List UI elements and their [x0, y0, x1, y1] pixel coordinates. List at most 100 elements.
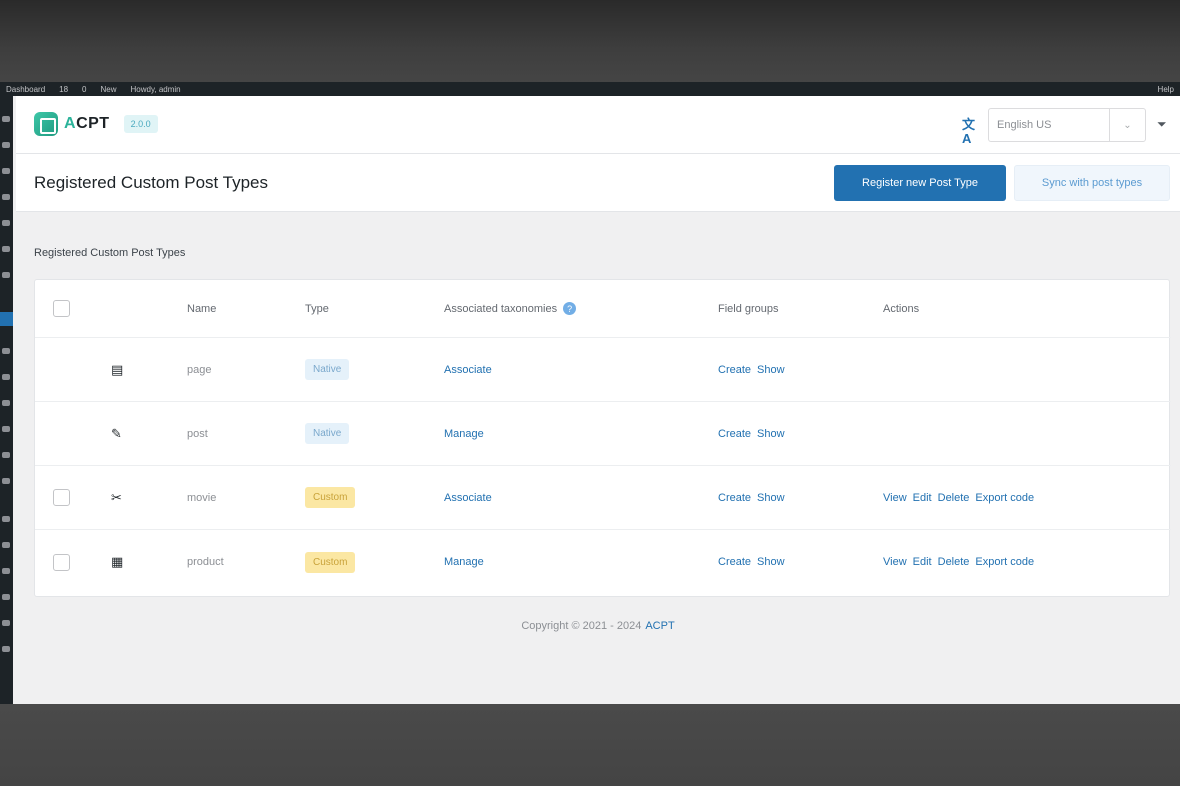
column-header-actions: Actions — [883, 302, 920, 315]
column-header-field-groups: Field groups — [718, 302, 779, 315]
sidebar-menu-icon[interactable] — [2, 478, 10, 484]
admin-bar-help[interactable]: Help — [1158, 85, 1174, 94]
table-row: ▦ product Custom Manage Create Show View … — [35, 530, 1171, 594]
sidebar-menu-icon[interactable] — [2, 426, 10, 432]
bottom-bezel — [0, 704, 1180, 786]
sidebar-menu-icon[interactable] — [2, 348, 10, 354]
post-type-name: post — [187, 427, 208, 440]
sidebar-menu-icon[interactable] — [2, 272, 10, 278]
sidebar-menu-icon[interactable] — [2, 194, 10, 200]
select-all-checkbox[interactable] — [53, 300, 70, 317]
acpt-footer-link[interactable]: ACPT — [645, 620, 674, 632]
scissors-icon: ✂ — [111, 489, 122, 505]
associate-taxonomy-link[interactable]: Associate — [444, 364, 492, 376]
delete-action-link[interactable]: Delete — [938, 492, 970, 504]
sidebar-menu-icon[interactable] — [2, 646, 10, 652]
create-field-group-link[interactable]: Create — [718, 556, 751, 568]
language-select[interactable]: English US ⌄ — [988, 108, 1146, 142]
page-icon: ▤ — [111, 361, 124, 377]
logo-text-rest: CPT — [76, 115, 110, 132]
associate-taxonomy-link[interactable]: Associate — [444, 492, 492, 504]
acpt-logo[interactable]: ACPT 2.0.0 — [34, 112, 158, 136]
post-type-name: page — [187, 363, 212, 376]
type-badge-native: Native — [305, 423, 350, 444]
sidebar-menu-icon-active[interactable] — [0, 312, 13, 326]
logo-text: ACPT — [64, 115, 110, 133]
sidebar-menu-icon[interactable] — [2, 542, 10, 548]
sidebar-menu-icon[interactable] — [2, 516, 10, 522]
create-field-group-link[interactable]: Create — [718, 364, 751, 376]
create-field-group-link[interactable]: Create — [718, 492, 751, 504]
pin-icon: ✎ — [111, 425, 122, 441]
field-groups-cell: Create Show — [718, 402, 785, 465]
acpt-app: ACPT 2.0.0 文A English US ⌄ ⏷ Registered … — [16, 96, 1180, 704]
language-selected-value: English US — [997, 119, 1052, 131]
wp-admin-sidebar — [0, 96, 13, 704]
type-badge-custom: Custom — [305, 551, 356, 573]
sidebar-menu-icon[interactable] — [2, 246, 10, 252]
admin-bar-item[interactable]: 18 — [59, 85, 68, 94]
sync-post-types-button[interactable]: Sync with post types — [1014, 165, 1170, 201]
sidebar-menu-icon[interactable] — [2, 568, 10, 574]
register-post-type-button[interactable]: Register new Post Type — [834, 165, 1006, 201]
manage-taxonomy-link[interactable]: Manage — [444, 428, 484, 440]
sidebar-menu-icon[interactable] — [2, 168, 10, 174]
sidebar-menu-icon[interactable] — [2, 620, 10, 626]
delete-action-link[interactable]: Delete — [938, 556, 970, 568]
page-title: Registered Custom Post Types — [34, 173, 269, 192]
column-header-taxonomies: Associated taxonomies? — [444, 280, 577, 337]
admin-bar-item[interactable]: Dashboard — [6, 85, 45, 94]
type-cell: Custom — [305, 530, 356, 594]
edit-action-link[interactable]: Edit — [913, 492, 932, 504]
sidebar-menu-icon[interactable] — [2, 452, 10, 458]
sidebar-menu-icon[interactable] — [2, 220, 10, 226]
chevron-down-icon[interactable]: ⌄ — [1109, 109, 1145, 141]
admin-bar-item[interactable]: 0 — [82, 85, 86, 94]
translate-icon: 文A — [962, 117, 976, 146]
page-header: Registered Custom Post Types Register ne… — [16, 154, 1180, 212]
sidebar-menu-icon[interactable] — [2, 116, 10, 122]
sidebar-menu-icon[interactable] — [2, 594, 10, 600]
cart-icon: ▦ — [111, 554, 124, 569]
row-checkbox[interactable] — [53, 489, 70, 506]
view-action-link[interactable]: View — [883, 556, 907, 568]
show-field-groups-link[interactable]: Show — [757, 428, 785, 440]
row-checkbox[interactable] — [53, 553, 70, 571]
admin-bar-item[interactable]: Howdy, admin — [131, 85, 181, 94]
filter-icon[interactable]: ⏷ — [1157, 117, 1167, 132]
field-groups-cell: Create Show — [718, 530, 785, 594]
admin-bar-item[interactable]: New — [101, 85, 117, 94]
version-badge: 2.0.0 — [123, 115, 158, 133]
column-header-name[interactable]: Name — [187, 280, 216, 337]
copyright-text: Copyright © 2021 - 2024 — [521, 620, 642, 632]
row-select-cell — [53, 530, 70, 594]
edit-action-link[interactable]: Edit — [913, 556, 932, 568]
taxonomy-cell: Associate — [444, 338, 492, 401]
page-footer: Copyright © 2021 - 2024 ACPT — [16, 620, 1180, 632]
type-badge-custom: Custom — [305, 487, 356, 508]
manage-taxonomy-link[interactable]: Manage — [444, 556, 484, 568]
top-bezel — [0, 0, 1180, 82]
create-field-group-link[interactable]: Create — [718, 428, 751, 440]
show-field-groups-link[interactable]: Show — [757, 556, 785, 568]
sidebar-menu-icon[interactable] — [2, 374, 10, 380]
show-field-groups-link[interactable]: Show — [757, 492, 785, 504]
taxonomy-cell: Manage — [444, 530, 484, 594]
breadcrumb: Registered Custom Post Types — [34, 247, 186, 259]
sidebar-menu-icon[interactable] — [2, 142, 10, 148]
help-icon[interactable]: ? — [563, 302, 577, 315]
show-field-groups-link[interactable]: Show — [757, 364, 785, 376]
sidebar-menu-icon[interactable] — [2, 400, 10, 406]
column-header-type[interactable]: Type — [305, 280, 329, 337]
post-type-name: movie — [187, 491, 217, 504]
export-code-action-link[interactable]: Export code — [975, 556, 1034, 568]
actions-cell: View Edit Delete Export code — [883, 530, 1034, 594]
type-badge-native: Native — [305, 359, 350, 380]
export-code-action-link[interactable]: Export code — [975, 492, 1034, 504]
taxonomy-cell: Manage — [444, 402, 484, 465]
type-cell: Native — [305, 338, 350, 401]
column-header-taxonomies-label: Associated taxonomies — [444, 302, 558, 315]
view-action-link[interactable]: View — [883, 492, 907, 504]
post-type-name: product — [187, 556, 224, 568]
logo-text-a: A — [64, 115, 77, 132]
